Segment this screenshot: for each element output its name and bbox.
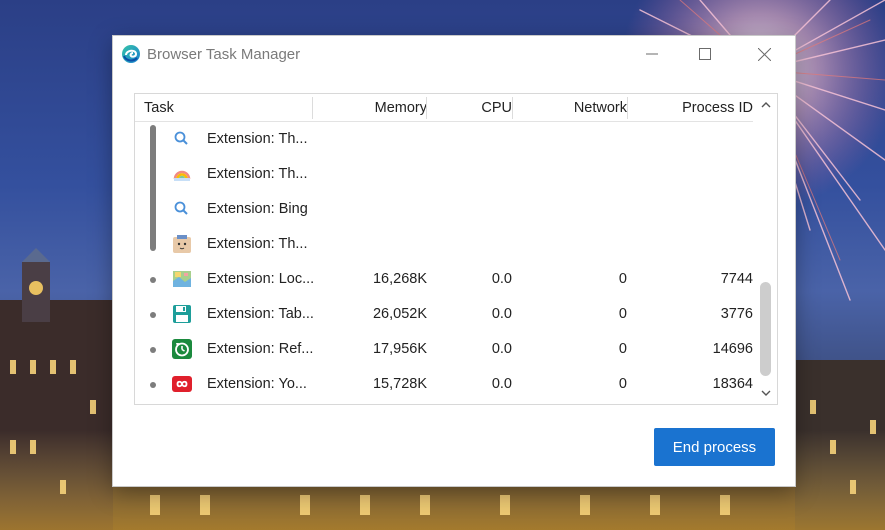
- column-divider[interactable]: [426, 97, 427, 119]
- scroll-up-button[interactable]: [757, 96, 775, 112]
- column-divider[interactable]: [312, 97, 313, 119]
- floppy-disk-icon: [172, 304, 192, 324]
- memory-value: 16,268K: [372, 271, 427, 287]
- row-bullet: [150, 347, 156, 353]
- task-name: Extension: Th...: [207, 131, 308, 147]
- table-row[interactable]: Extension: Bing: [135, 192, 753, 227]
- memory-value: 15,728K: [372, 376, 427, 392]
- infinity-loop-icon: [172, 374, 192, 394]
- cpu-value: 0.0: [491, 271, 512, 287]
- maximize-icon: [699, 48, 711, 60]
- column-process-id[interactable]: Process ID: [682, 100, 753, 116]
- network-value: 0: [618, 271, 627, 287]
- cpu-value: 0.0: [491, 341, 512, 357]
- process-id-value: 14696: [712, 341, 753, 357]
- column-task[interactable]: Task: [144, 100, 174, 116]
- title-bar[interactable]: Browser Task Manager: [113, 36, 795, 74]
- box-face-icon: [172, 234, 192, 254]
- maximize-button[interactable]: [682, 36, 728, 72]
- network-value: 0: [618, 341, 627, 357]
- task-table: Task Memory CPU Network Process ID Exten…: [134, 93, 778, 405]
- cpu-value: 0.0: [491, 376, 512, 392]
- chevron-up-icon: [761, 101, 771, 107]
- table-row[interactable]: Extension: Ref... 17,956K 0.0 0 14696: [135, 332, 753, 367]
- row-bullet: [150, 382, 156, 388]
- table-row[interactable]: Extension: Th...: [135, 157, 753, 192]
- minimize-icon: [646, 53, 658, 55]
- column-divider[interactable]: [627, 97, 628, 119]
- network-value: 0: [618, 376, 627, 392]
- vertical-scrollbar[interactable]: [755, 94, 777, 404]
- table-row[interactable]: Extension: Th...: [135, 122, 753, 157]
- close-button[interactable]: [741, 36, 787, 72]
- memory-value: 17,956K: [372, 341, 427, 357]
- search-icon: [172, 199, 192, 219]
- rainbow-icon: [172, 164, 192, 184]
- table-row[interactable]: Extension: Yo... 15,728K 0.0 0 18364: [135, 367, 753, 402]
- refresh-clock-icon: [172, 339, 192, 359]
- task-name: Extension: Tab...: [207, 306, 314, 322]
- table-row[interactable]: Extension: Loc... 16,268K 0.0 0 7744: [135, 262, 753, 297]
- minimize-button[interactable]: [629, 36, 675, 72]
- table-row[interactable]: Extension: Tab... 26,052K 0.0 0 3776: [135, 297, 753, 332]
- task-name: Extension: Yo...: [207, 376, 307, 392]
- end-process-button[interactable]: End process: [654, 428, 775, 466]
- task-name: Extension: Loc...: [207, 271, 315, 287]
- map-icon: [172, 269, 192, 289]
- edge-browser-icon: [121, 44, 141, 64]
- memory-value: 26,052K: [372, 306, 427, 322]
- scroll-thumb[interactable]: [760, 282, 771, 376]
- column-cpu[interactable]: CPU: [481, 100, 512, 116]
- task-manager-window: Browser Task Manager Task Memory CPU Net…: [113, 36, 795, 486]
- task-name: Extension: Bing: [207, 201, 308, 217]
- task-rows: Extension: Th... Extension: Th... Extens…: [135, 122, 753, 404]
- task-name: Extension: Th...: [207, 166, 308, 182]
- process-id-value: 18364: [712, 376, 753, 392]
- column-memory[interactable]: Memory: [375, 100, 427, 116]
- window-title: Browser Task Manager: [147, 46, 301, 63]
- cpu-value: 0.0: [491, 306, 512, 322]
- process-id-value: 7744: [720, 271, 753, 287]
- chevron-down-icon: [761, 390, 771, 396]
- process-id-value: 3776: [720, 306, 753, 322]
- row-bullet: [150, 277, 156, 283]
- search-icon: [172, 129, 192, 149]
- column-divider[interactable]: [512, 97, 513, 119]
- close-icon: [757, 47, 771, 61]
- task-name: Extension: Th...: [207, 236, 308, 252]
- network-value: 0: [618, 306, 627, 322]
- task-name: Extension: Ref...: [207, 341, 314, 357]
- scroll-down-button[interactable]: [757, 385, 775, 401]
- row-bullet: [150, 312, 156, 318]
- column-network[interactable]: Network: [574, 100, 627, 116]
- table-row[interactable]: Extension: Th...: [135, 227, 753, 262]
- table-header: Task Memory CPU Network Process ID: [135, 94, 753, 122]
